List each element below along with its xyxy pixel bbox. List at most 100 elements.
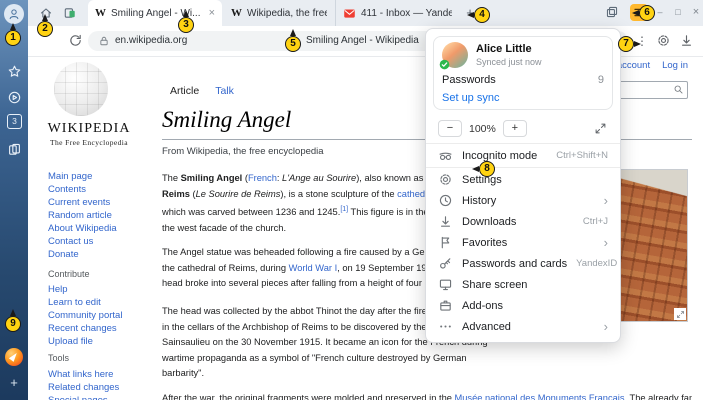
page-title: Smiling Angel - Wikipedia: [306, 34, 419, 48]
gear-icon: [438, 172, 453, 187]
profile-avatar[interactable]: [4, 4, 24, 24]
menu-item-favorites[interactable]: Favorites ›: [426, 232, 620, 253]
menu-item-settings[interactable]: Settings: [426, 169, 620, 190]
yandex-browser-logo[interactable]: [5, 348, 23, 366]
menu-item-advanced[interactable]: Advanced ›: [426, 316, 620, 337]
wikipedia-favicon: W: [95, 7, 106, 19]
menu-item-share-screen[interactable]: Share screen: [426, 274, 620, 295]
user-name: Alice Little: [476, 43, 542, 56]
nav-community-portal[interactable]: Community portal: [48, 310, 122, 321]
sync-check-icon: [439, 59, 450, 70]
annotation-6: 6: [639, 5, 655, 21]
passwords-label: Passwords: [442, 74, 496, 86]
nav-about-wikipedia[interactable]: About Wikipedia: [48, 223, 117, 234]
browser-menu: Alice Little Synced just now Passwords 9…: [425, 28, 621, 343]
panels-icon: [7, 142, 22, 157]
tabs-panel-button[interactable]: [5, 140, 23, 158]
lock-icon: [98, 35, 110, 47]
bookmarks-button[interactable]: [5, 62, 23, 80]
chevron-right-icon: ›: [604, 196, 608, 206]
nav-donate[interactable]: Donate: [48, 249, 79, 260]
passwords-row[interactable]: Passwords 9: [442, 74, 604, 86]
refresh-button[interactable]: [68, 33, 84, 49]
shortcut-label: Ctrl+J: [583, 216, 608, 227]
shortcut-label: Ctrl+Shift+N: [556, 150, 608, 161]
shared-tabs-button[interactable]: [605, 5, 623, 21]
downloads-toolbar-button[interactable]: [679, 33, 694, 48]
refresh-icon: [68, 33, 84, 48]
nav-contents[interactable]: Contents: [48, 184, 86, 195]
zoom-level: 100%: [469, 123, 496, 135]
user-row[interactable]: Alice Little Synced just now: [442, 42, 604, 68]
zoom-out-button[interactable]: −: [438, 120, 462, 137]
sync-card: Alice Little Synced just now Passwords 9…: [433, 36, 613, 110]
incognito-icon: [438, 148, 453, 163]
tab-yandex-mail[interactable]: 411 - Inbox — Yandex Mail: [335, 0, 459, 26]
copy-icon: [605, 5, 623, 19]
wikipedia-tagline: The Free Encyclopedia: [28, 138, 150, 147]
contribute-header: Contribute: [48, 269, 90, 279]
person-icon: [7, 7, 21, 21]
nav-current-events[interactable]: Current events: [48, 197, 110, 208]
nav-random-article[interactable]: Random article: [48, 210, 112, 221]
menu-item-passwords-cards[interactable]: Passwords and cards YandexID: [426, 253, 620, 274]
gear-icon: [656, 33, 671, 48]
clock-icon: [438, 193, 453, 208]
ellipsis-icon: [438, 319, 453, 334]
add-panel-button[interactable]: +: [5, 374, 23, 392]
wikipedia-globe-logo[interactable]: [54, 62, 108, 116]
nav-upload-file[interactable]: Upload file: [48, 336, 93, 347]
download-icon: [438, 214, 453, 229]
sync-status: Synced just now: [476, 57, 542, 67]
login-link[interactable]: Log in: [662, 60, 688, 71]
tab-smiling-angel[interactable]: W Smiling Angel - Wi... ×: [88, 0, 222, 26]
nav-learn-to-edit[interactable]: Learn to edit: [48, 297, 101, 308]
annotation-8: 8: [479, 161, 495, 177]
close-window-button[interactable]: ×: [689, 4, 703, 20]
media-button[interactable]: [5, 88, 23, 106]
nav-related-changes[interactable]: Related changes: [48, 382, 119, 393]
annotation-3: 3: [178, 17, 194, 33]
counter-badge[interactable]: 3: [7, 114, 22, 129]
flag-icon: [438, 235, 453, 250]
tab-groups-button[interactable]: [60, 4, 80, 22]
nav-special-pages[interactable]: Special pages: [48, 395, 108, 400]
yandex-id-badge: YandexID: [576, 258, 617, 269]
fullscreen-button[interactable]: [594, 122, 608, 136]
browser-window: 3 + W Smiling Angel - Wi... × W Wikipedi…: [0, 0, 703, 400]
nav-main-page[interactable]: Main page: [48, 171, 92, 182]
extensions-button[interactable]: [656, 33, 671, 48]
yandex-side-panel: 3 +: [0, 0, 28, 400]
tab-talk[interactable]: Talk: [215, 85, 234, 97]
menu-divider: [426, 143, 620, 144]
star-icon: [7, 64, 22, 79]
minimize-button[interactable]: –: [653, 4, 667, 20]
menu-item-incognito[interactable]: Incognito mode Ctrl+Shift+N: [426, 145, 620, 166]
maximize-button[interactable]: □: [671, 4, 685, 20]
annotation-4: 4: [474, 7, 490, 23]
tab-article[interactable]: Article: [170, 85, 199, 97]
menu-item-history[interactable]: History ›: [426, 190, 620, 211]
expand-icon: [594, 122, 608, 135]
setup-sync-link[interactable]: Set up sync: [442, 92, 604, 104]
zoom-controls: − 100% +: [426, 117, 620, 142]
menu-item-downloads[interactable]: Downloads Ctrl+J: [426, 211, 620, 232]
nav-contact-us[interactable]: Contact us: [48, 236, 93, 247]
close-tab-icon[interactable]: ×: [209, 7, 215, 19]
nav-recent-changes[interactable]: Recent changes: [48, 323, 117, 334]
annotation-2: 2: [37, 21, 53, 37]
menu-item-addons[interactable]: Add-ons: [426, 295, 620, 316]
wikipedia-wordmark: WIKIPEDIA: [28, 121, 150, 137]
annotation-1: 1: [5, 30, 21, 46]
key-icon: [438, 256, 453, 271]
tab-title: Wikipedia, the free encyclo...: [247, 8, 327, 19]
download-icon: [679, 33, 694, 48]
zoom-in-button[interactable]: +: [503, 120, 527, 137]
paragraph: After the war, the original fragments we…: [162, 391, 692, 400]
annotation-9: 9: [5, 316, 21, 332]
tab-wikipedia-home[interactable]: W Wikipedia, the free encyclo...: [224, 0, 334, 26]
tools-header: Tools: [48, 353, 69, 363]
addons-box-icon: [438, 298, 453, 313]
nav-what-links-here[interactable]: What links here: [48, 369, 113, 380]
nav-help[interactable]: Help: [48, 284, 68, 295]
